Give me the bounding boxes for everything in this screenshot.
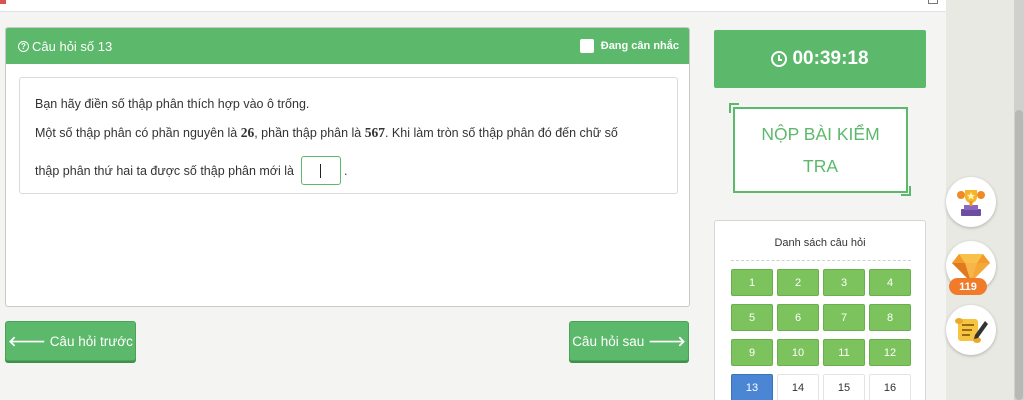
next-question-label: Câu hỏi sau [572,333,645,349]
countdown-timer: 00:39:18 [714,30,926,88]
gem-count-badge: 119 [949,278,987,295]
arrow-left-icon: 🡐 [8,332,46,349]
question-body: Bạn hãy điền số thập phân thích hợp vào … [19,77,678,194]
answer-input[interactable] [300,156,341,185]
question-number-cell[interactable]: 11 [823,339,865,366]
question-number-cell[interactable]: 15 [823,374,865,400]
question-text-line: thập phân thứ hai ta được số thập phân m… [35,156,677,185]
question-instruction: Bạn hãy điền số thập phân thích hợp vào … [35,97,310,111]
question-text: . Khi làm tròn số thập phân đó đến chữ s… [384,126,618,140]
question-number-cell[interactable]: 9 [731,339,773,366]
timer-value: 00:39:18 [792,48,869,69]
consider-flag[interactable]: Đang cân nhắc [579,39,679,53]
consider-label: Đang cân nhắc [600,40,679,52]
consider-checkbox[interactable] [579,39,594,53]
scroll-pen-icon [955,318,988,343]
question-mark-icon: ? [18,40,29,52]
scrollbar-thumb[interactable] [1015,110,1023,400]
question-number-cell[interactable]: 10 [777,339,819,366]
question-number-cell[interactable]: 8 [869,304,911,331]
question-title: ? Câu hỏi số 13 [18,39,112,54]
question-text: thập phân thứ hai ta được số thập phân m… [35,163,294,178]
top-bar-mark [0,0,6,4]
question-number-cell[interactable]: 2 [777,269,819,296]
arrow-right-icon: 🡒 [648,332,686,349]
previous-question-button[interactable]: 🡐 Câu hỏi trước [5,321,136,361]
integer-part-value: 26 [240,125,255,140]
question-panel: ? Câu hỏi số 13 Đang cân nhắc Bạn hãy đi… [5,27,690,307]
scroll-badge[interactable] [946,305,996,355]
next-question-button[interactable]: Câu hỏi sau 🡒 [569,321,689,361]
question-number-cell[interactable]: 1 [731,269,773,296]
question-number-cell[interactable]: 3 [823,269,865,296]
question-grid: 1 2 3 4 5 6 7 8 9 10 11 12 13 14 15 16 [731,269,911,400]
previous-question-label: Câu hỏi trước [49,333,133,349]
question-number-cell[interactable]: 5 [731,304,773,331]
window-icon[interactable] [928,0,938,4]
question-header: ? Câu hỏi số 13 Đang cân nhắc [6,28,689,64]
trophy-icon [957,190,985,216]
question-list-title: Danh sách câu hỏi [774,237,866,249]
trophy-badge[interactable] [946,177,996,227]
question-text: , phần thập phân là [254,126,365,140]
question-number-cell[interactable]: 6 [777,304,819,331]
question-number-cell[interactable]: 7 [823,304,865,331]
top-bar [0,0,1014,12]
question-number-cell[interactable]: 13 [731,374,773,400]
clock-icon [771,51,788,67]
question-text: Một số thập phân có phần nguyên là [35,126,241,140]
question-title-text: Câu hỏi số 13 [32,38,113,54]
question-number-cell[interactable]: 14 [777,374,819,400]
decimal-part-value: 567 [364,125,385,140]
question-text: . [343,163,348,178]
question-number-cell[interactable]: 4 [869,269,911,296]
text-caret [319,164,321,178]
question-list-panel: Danh sách câu hỏi 1 2 3 4 5 6 7 8 9 10 11 12 13 14 15 1… [714,220,926,400]
question-number-cell[interactable]: 12 [869,339,911,366]
question-number-cell[interactable]: 16 [869,374,911,400]
submit-test-button[interactable]: NỘP BÀI KIỂM TRA [733,107,908,193]
divider [731,260,911,261]
question-text-line: Một số thập phân có phần nguyên là 26, p… [35,125,677,156]
